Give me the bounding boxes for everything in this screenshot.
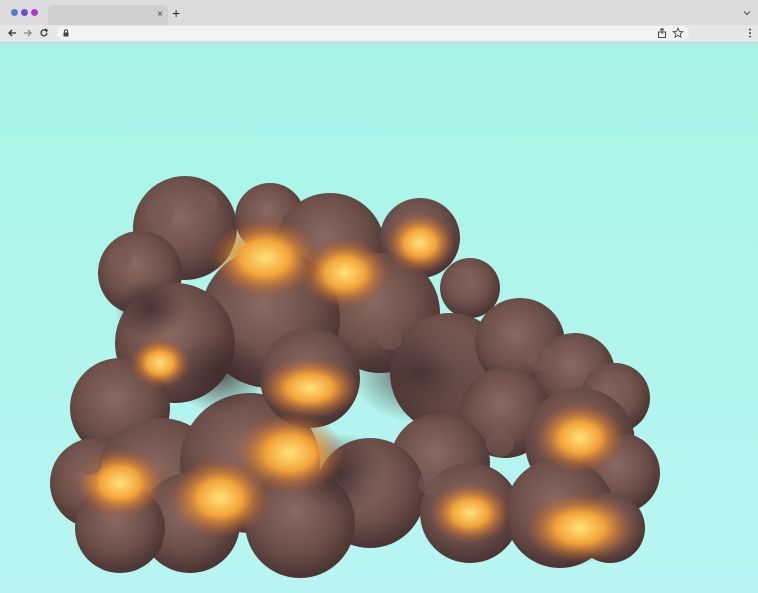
- forward-button[interactable]: [21, 26, 35, 40]
- browser-window: × +: [0, 0, 758, 593]
- lock-icon[interactable]: [61, 28, 71, 38]
- address-bar[interactable]: [57, 26, 689, 40]
- chevron-down-icon[interactable]: [742, 8, 752, 18]
- window-maximize-dot[interactable]: [31, 9, 38, 16]
- tab-strip: × +: [0, 0, 758, 25]
- browser-toolbar: [0, 25, 758, 43]
- reload-icon: [40, 28, 49, 37]
- explosion-image: [50, 176, 660, 578]
- arrow-right-icon: [24, 29, 32, 37]
- page-viewport: [0, 43, 758, 593]
- active-tab[interactable]: ×: [48, 5, 168, 25]
- reload-button[interactable]: [37, 26, 51, 40]
- kebab-menu-icon[interactable]: [747, 27, 753, 39]
- star-icon[interactable]: [672, 27, 684, 39]
- tab-close-button[interactable]: ×: [157, 8, 163, 22]
- window-close-dot[interactable]: [11, 9, 18, 16]
- share-icon[interactable]: [656, 27, 668, 39]
- new-tab-button[interactable]: +: [172, 6, 180, 20]
- back-button[interactable]: [5, 26, 19, 40]
- window-minimize-dot[interactable]: [21, 9, 28, 16]
- arrow-left-icon: [8, 29, 16, 37]
